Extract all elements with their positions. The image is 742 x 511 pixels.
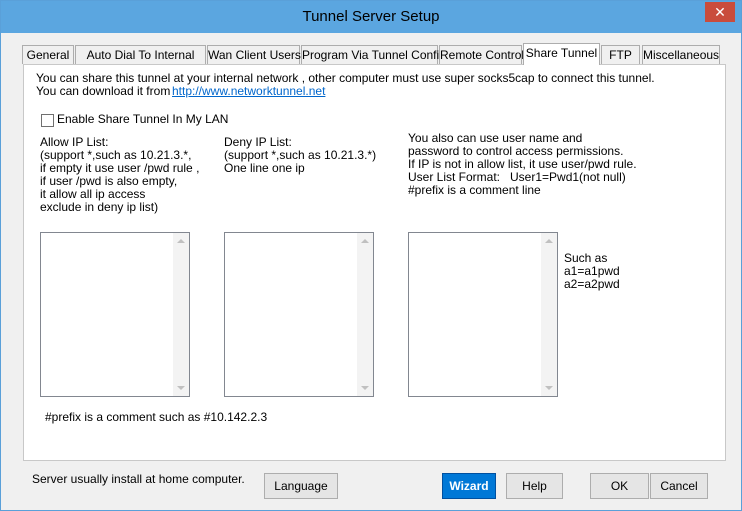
tab-general[interactable]: General <box>22 45 74 64</box>
user-list-description: You also can use user name and password … <box>408 131 637 197</box>
scroll-up-icon[interactable] <box>545 239 553 243</box>
tab-auto-dial[interactable]: Auto Dial To Internal <box>75 45 206 64</box>
allow-ip-scrollbar[interactable] <box>173 233 189 396</box>
tab-miscellaneous[interactable]: Miscellaneous <box>642 45 720 64</box>
scroll-down-icon[interactable] <box>361 386 369 390</box>
tab-ftp[interactable]: FTP <box>601 45 640 64</box>
user-pwd-list[interactable] <box>408 232 558 397</box>
ok-button[interactable]: OK <box>590 473 649 499</box>
tab-wan-client-users[interactable]: Wan Client Users <box>207 45 301 64</box>
enable-share-label[interactable]: Enable Share Tunnel In My LAN <box>57 113 228 126</box>
close-button[interactable]: ✕ <box>705 2 735 22</box>
scroll-down-icon[interactable] <box>545 386 553 390</box>
help-button[interactable]: Help <box>506 473 563 499</box>
tab-program-via-tunnel[interactable]: Program Via Tunnel Config <box>301 45 446 64</box>
user-list-example: Such as a1=a1pwd a2=a2pwd <box>564 251 620 291</box>
prefix-note: #prefix is a comment such as #10.142.2.3 <box>45 410 268 424</box>
wizard-button[interactable]: Wizard <box>442 473 496 499</box>
user-pwd-scrollbar[interactable] <box>541 233 557 396</box>
footer-note: Server usually install at home computer. <box>32 472 245 486</box>
tab-remote-control[interactable]: Remote Control <box>439 45 524 64</box>
download-text: You can download it from <box>36 84 171 98</box>
tab-share-tunnel[interactable]: Share Tunnel <box>523 43 600 65</box>
deny-ip-list[interactable] <box>224 232 374 397</box>
scroll-up-icon[interactable] <box>361 239 369 243</box>
deny-ip-scrollbar[interactable] <box>357 233 373 396</box>
title-bar[interactable]: Tunnel Server Setup ✕ <box>1 1 741 33</box>
download-link[interactable]: http://www.networktunnel.net <box>172 85 325 98</box>
language-button[interactable]: Language <box>264 473 338 499</box>
allow-ip-list[interactable] <box>40 232 190 397</box>
allow-ip-description: (support *,such as 10.21.3.*, if empty i… <box>40 148 200 214</box>
scroll-down-icon[interactable] <box>177 386 185 390</box>
window-title: Tunnel Server Setup <box>302 8 440 25</box>
enable-share-checkbox[interactable] <box>41 114 54 127</box>
deny-ip-description: (support *,such as 10.21.3.*) One line o… <box>224 148 377 175</box>
scroll-up-icon[interactable] <box>177 239 185 243</box>
close-icon: ✕ <box>714 4 726 20</box>
cancel-button[interactable]: Cancel <box>650 473 708 499</box>
